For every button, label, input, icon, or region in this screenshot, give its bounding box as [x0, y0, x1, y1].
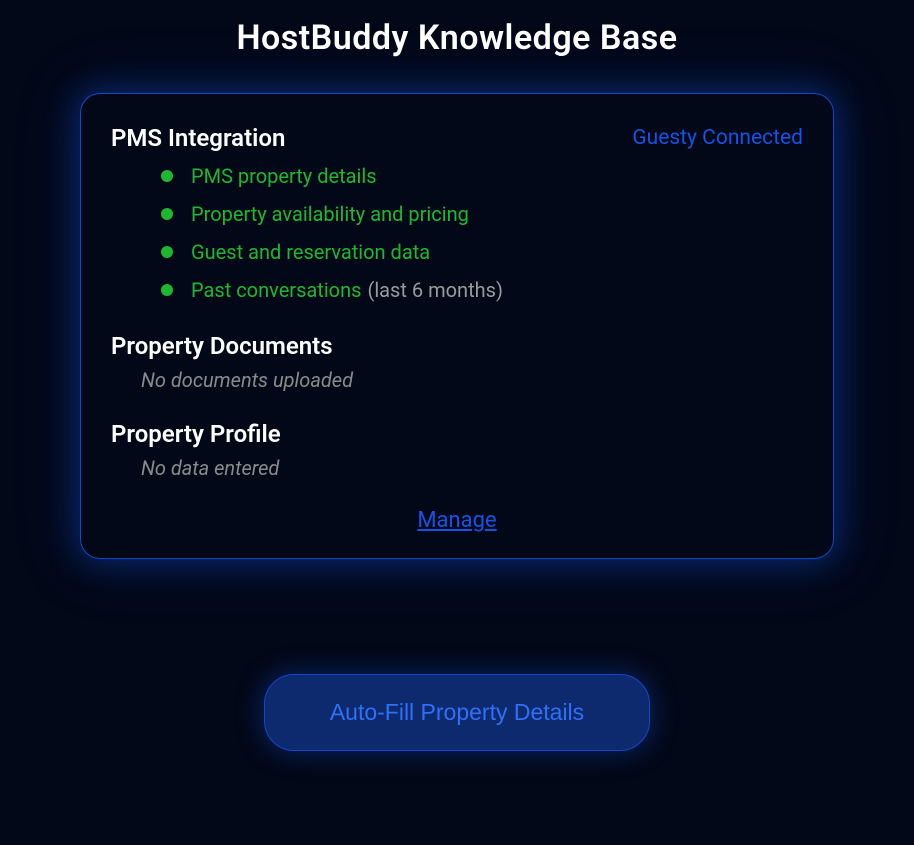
- bullet-icon: [161, 284, 173, 296]
- documents-empty-state: No documents uploaded: [111, 368, 803, 392]
- pms-feature-item: PMS property details: [161, 164, 803, 188]
- pms-feature-label: Property availability and pricing: [191, 202, 469, 226]
- pms-feature-item: Property availability and pricing: [161, 202, 803, 226]
- page-title: HostBuddy Knowledge Base: [0, 0, 914, 58]
- pms-connection-status: Guesty Connected: [632, 126, 803, 150]
- pms-section-title: PMS Integration: [111, 124, 285, 152]
- action-button-container: Auto-Fill Property Details: [0, 674, 914, 751]
- pms-feature-label: Guest and reservation data: [191, 240, 430, 264]
- documents-section-title: Property Documents: [111, 332, 803, 360]
- pms-feature-list: PMS property details Property availabili…: [111, 164, 803, 302]
- pms-feature-label: Past conversations: [191, 278, 361, 302]
- documents-section: Property Documents No documents uploaded: [111, 332, 803, 392]
- profile-section: Property Profile No data entered: [111, 420, 803, 480]
- bullet-icon: [161, 208, 173, 220]
- knowledge-base-card: PMS Integration Guesty Connected PMS pro…: [80, 93, 834, 559]
- manage-link[interactable]: Manage: [111, 508, 803, 533]
- pms-feature-item: Past conversations (last 6 months): [161, 278, 803, 302]
- pms-feature-suffix: (last 6 months): [367, 278, 502, 302]
- bullet-icon: [161, 246, 173, 258]
- profile-empty-state: No data entered: [111, 456, 803, 480]
- bullet-icon: [161, 170, 173, 182]
- pms-section-header: PMS Integration Guesty Connected: [111, 124, 803, 152]
- profile-section-title: Property Profile: [111, 420, 803, 448]
- pms-feature-label: PMS property details: [191, 164, 377, 188]
- autofill-button[interactable]: Auto-Fill Property Details: [264, 674, 650, 751]
- pms-feature-item: Guest and reservation data: [161, 240, 803, 264]
